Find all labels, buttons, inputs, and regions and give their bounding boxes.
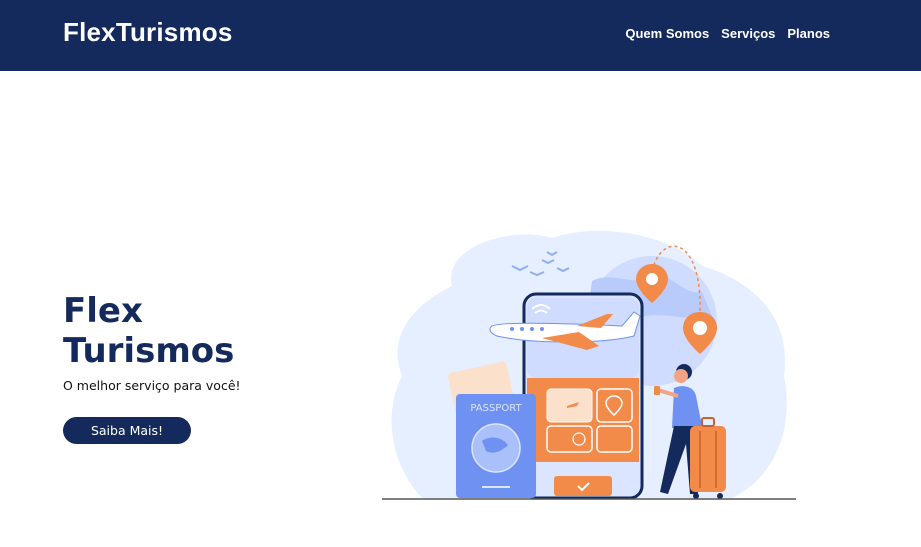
suitcase-icon bbox=[690, 417, 726, 499]
brand-logo[interactable]: FlexTurismos bbox=[63, 17, 233, 48]
travel-illustration: PASSPORT bbox=[382, 230, 796, 500]
nav-menu: Quem Somos Serviços Planos bbox=[625, 26, 830, 41]
nav-link-quem-somos[interactable]: Quem Somos bbox=[625, 26, 709, 41]
nav-link-servicos[interactable]: Serviços bbox=[721, 26, 775, 41]
hero-subtitle: O melhor serviço para você! bbox=[63, 378, 241, 393]
saiba-mais-button[interactable]: Saiba Mais! bbox=[63, 417, 191, 444]
navbar: FlexTurismos Quem Somos Serviços Planos bbox=[0, 0, 921, 71]
hero-title: Flex Turismos bbox=[63, 291, 235, 371]
nav-link-planos[interactable]: Planos bbox=[787, 26, 830, 41]
hero-section: Flex Turismos O melhor serviço para você… bbox=[63, 291, 303, 393]
passport-label: PASSPORT bbox=[470, 403, 522, 414]
phone-confirm-button bbox=[554, 476, 612, 496]
